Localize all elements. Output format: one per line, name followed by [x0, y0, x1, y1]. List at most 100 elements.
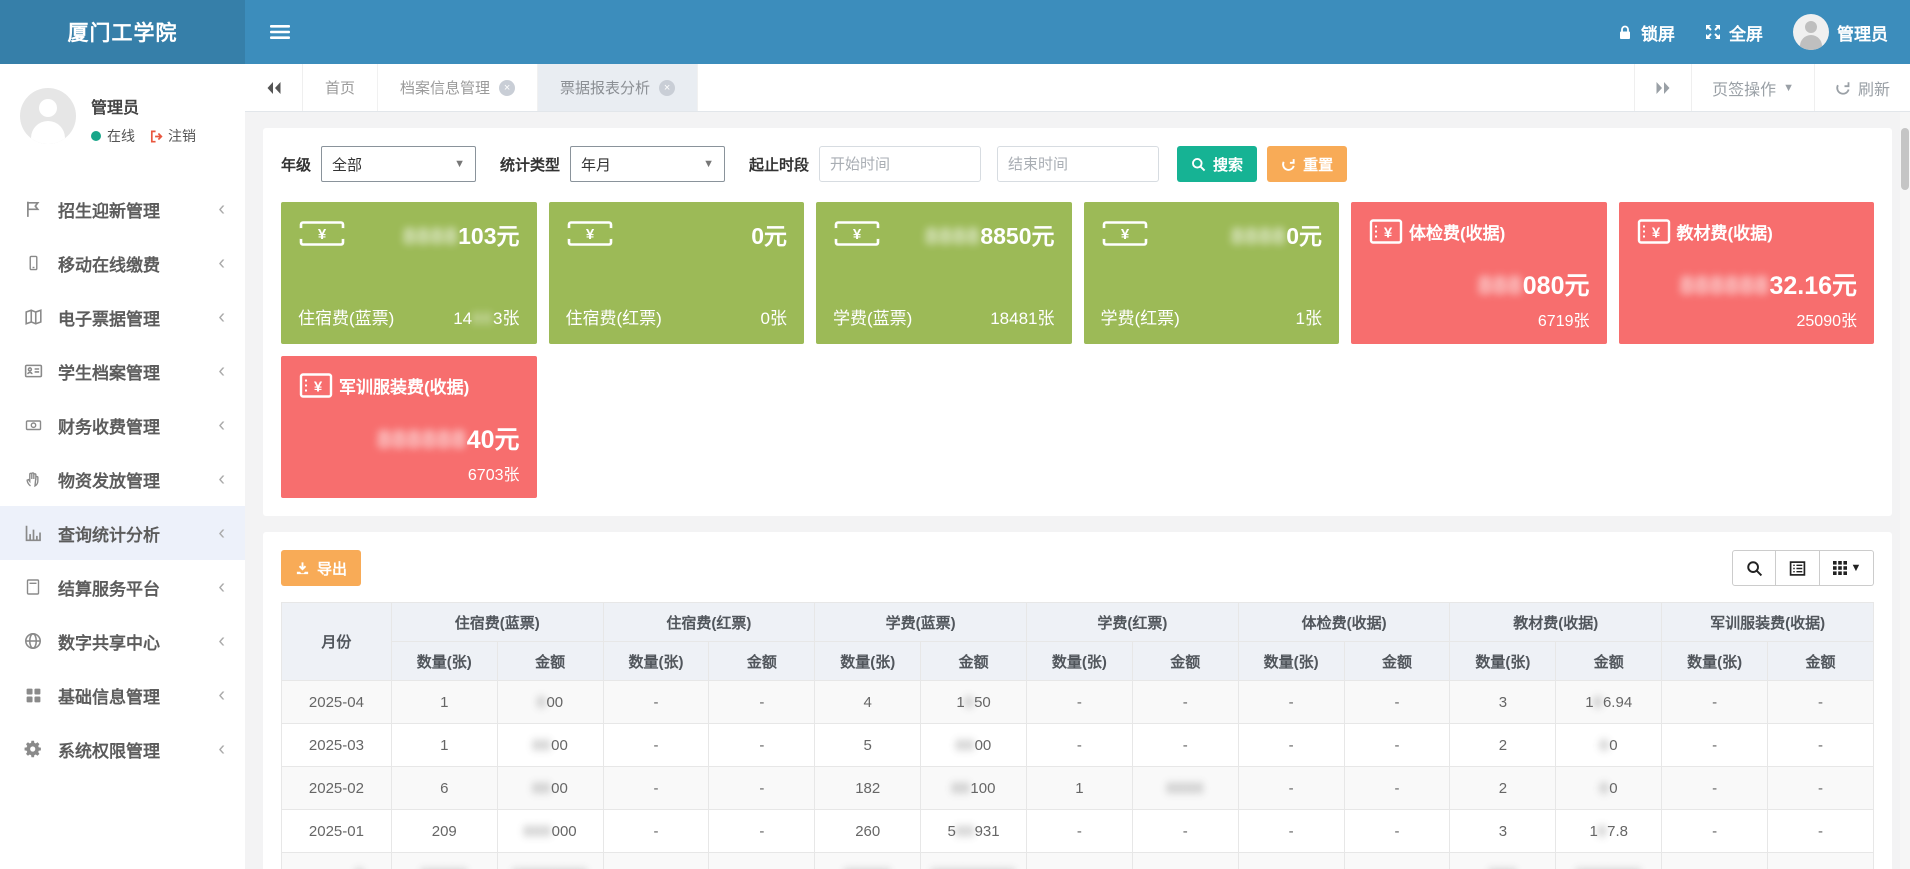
value-text: 2 [1499, 737, 1507, 754]
sidebar-item[interactable]: 结算服务平台‹ [0, 560, 245, 614]
reset-button[interactable]: 重置 [1267, 146, 1347, 182]
svg-text:¥: ¥ [1651, 225, 1660, 242]
table-columns-button[interactable]: ▼ [1820, 550, 1874, 586]
caret-down-icon: ▼ [1851, 562, 1862, 574]
value-text: 0元 [1286, 223, 1322, 249]
value-text: 6719张 [1538, 313, 1590, 330]
value-text: 8850元 [980, 223, 1054, 249]
value-text: - [1395, 694, 1400, 711]
logout-button[interactable]: 注销 [149, 126, 196, 146]
chevron-left-icon: ‹ [218, 523, 225, 543]
svg-text:¥: ¥ [1384, 225, 1393, 242]
table-search-button[interactable] [1732, 550, 1776, 586]
table-cell: 182 [815, 767, 921, 810]
value-text: - [653, 780, 658, 797]
stat-card: ¥体检费(收据)888080元6719张 [1351, 202, 1607, 344]
refresh-icon [1281, 157, 1296, 172]
stat-card: ¥88888850元学费(蓝票)18481张 [816, 202, 1072, 344]
page-content: 年级 全部 ▼ 统计类型 年月 ▼ 起止时段 搜索 [245, 112, 1910, 869]
receipt-yen-icon: ¥ [1368, 217, 1404, 246]
vertical-scrollbar-thumb[interactable] [1901, 128, 1909, 190]
sidebar-item[interactable]: 系统权限管理‹ [0, 722, 245, 776]
tabs-scroll-left-button[interactable] [245, 64, 303, 111]
sidebar-item[interactable]: 移动在线缴费‹ [0, 236, 245, 290]
svg-text:¥: ¥ [853, 226, 862, 243]
refresh-icon [1835, 80, 1851, 96]
sidebar-item[interactable]: 招生迎新管理‹ [0, 182, 245, 236]
value-text: 5 [864, 737, 872, 754]
tab-operations-dropdown[interactable]: 页签操作 ▼ [1691, 64, 1814, 111]
sidebar-item[interactable]: 物资发放管理‹ [0, 452, 245, 506]
calculator-icon [22, 578, 44, 596]
table-row: 2025-01209888000--260588931----3187.8-- [282, 810, 1874, 853]
month-cell: 2025-03 [282, 724, 392, 767]
user-avatar [1793, 14, 1829, 50]
table-cell: 800 [497, 681, 603, 724]
sidebar-item[interactable]: 学生档案管理‹ [0, 344, 245, 398]
caret-down-icon: ▼ [454, 158, 465, 170]
chevron-left-icon: ‹ [218, 199, 225, 219]
vertical-scrollbar-track[interactable] [1900, 112, 1910, 869]
value-text: 931 [975, 823, 1000, 840]
ticket-yen-icon: ¥ [298, 217, 346, 250]
sidebar-toggle-button[interactable] [270, 0, 290, 64]
sub-column-header: 数量(张) [1450, 642, 1556, 681]
table-cell: - [1344, 767, 1450, 810]
redacted-value: 8 [537, 694, 546, 711]
user-menu[interactable]: 管理员 [1793, 14, 1888, 50]
lock-screen-button[interactable]: 锁屏 [1617, 20, 1675, 45]
chevron-left-icon: ‹ [218, 685, 225, 705]
value-text: 18481张 [990, 309, 1054, 328]
grade-select[interactable]: 全部 ▼ [321, 146, 476, 182]
tab[interactable]: 首页 [303, 64, 378, 111]
logout-icon [149, 129, 164, 144]
table-cell: - [709, 767, 815, 810]
search-button[interactable]: 搜索 [1177, 146, 1257, 182]
table-cell: - [1238, 767, 1344, 810]
value-text: - [1289, 694, 1294, 711]
table-cell [1132, 853, 1238, 869]
fullscreen-button[interactable]: 全屏 [1705, 20, 1763, 45]
table-cell: - [1344, 724, 1450, 767]
table-panel: 导出 [263, 532, 1892, 869]
grade-label: 年级 [281, 154, 311, 175]
search-icon [1746, 560, 1763, 577]
redacted-value: 888888 [377, 426, 466, 454]
table-cell: - [1238, 810, 1344, 853]
stat-type-select[interactable]: 年月 ▼ [570, 146, 725, 182]
value-text: 182 [855, 780, 880, 797]
start-date-input[interactable] [819, 146, 981, 182]
table-row: 2024-18888888888888888888888888888888888… [282, 853, 1874, 869]
sidebar-item[interactable]: 电子票据管理‹ [0, 290, 245, 344]
table-cell [1768, 853, 1874, 869]
sidebar-item[interactable]: 数字共享中心‹ [0, 614, 245, 668]
tabs-scroll-right-button[interactable] [1634, 64, 1691, 111]
tab-close-icon[interactable]: × [659, 80, 675, 96]
sidebar-item[interactable]: 财务收费管理‹ [0, 398, 245, 452]
table-cell: 1 [391, 681, 497, 724]
sidebar-item-label: 物资发放管理 [58, 467, 160, 492]
redacted-value: 888 [524, 823, 552, 840]
sidebar-item[interactable]: 基础信息管理‹ [0, 668, 245, 722]
sub-column-header: 金额 [1556, 642, 1662, 681]
gear-icon [22, 740, 44, 758]
tab[interactable]: 档案信息管理× [378, 64, 538, 111]
sidebar-item[interactable]: 查询统计分析‹ [0, 506, 245, 560]
table-cell: - [603, 724, 709, 767]
list-view-icon [1789, 560, 1806, 577]
redacted-value: 8888 [1167, 780, 1204, 797]
globe-icon [22, 632, 44, 650]
table-cell: 8888 [1132, 767, 1238, 810]
redacted-value: 88888 [844, 866, 891, 869]
tab-close-icon[interactable]: × [499, 80, 515, 96]
refresh-tab-button[interactable]: 刷新 [1814, 64, 1910, 111]
export-button[interactable]: 导出 [281, 550, 361, 586]
table-cell: 1 [391, 724, 497, 767]
value-text: 3张 [493, 309, 519, 328]
tab[interactable]: 票据报表分析× [538, 64, 698, 111]
table-list-view-button[interactable] [1776, 550, 1820, 586]
end-date-input[interactable] [997, 146, 1159, 182]
value-text: 0 [1609, 780, 1617, 797]
value-text: 1张 [1296, 309, 1322, 328]
mobile-icon [22, 254, 44, 272]
